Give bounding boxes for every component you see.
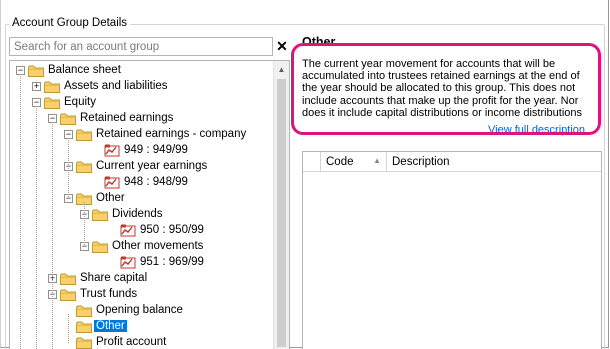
tree-folder-node[interactable]: − Equity bbox=[10, 95, 274, 111]
tree-folder-node[interactable]: − Current year earnings bbox=[10, 159, 274, 175]
tree-node-label: 948 : 948/99 bbox=[124, 176, 188, 188]
tree-connector-line bbox=[84, 202, 85, 247]
folder-icon bbox=[44, 81, 60, 93]
group-description: The current year movement for accounts t… bbox=[302, 58, 594, 119]
expand-icon[interactable]: + bbox=[32, 82, 41, 91]
tree-folder-node[interactable]: − Other bbox=[10, 191, 274, 207]
tree-folder-node[interactable]: + Share capital bbox=[10, 271, 274, 287]
account-icon bbox=[120, 256, 136, 269]
tree-node-label: 951 : 969/99 bbox=[140, 256, 204, 268]
column-header-code[interactable]: Code ▲ bbox=[321, 152, 387, 172]
tree-folder-node[interactable]: Profit account bbox=[10, 335, 274, 349]
folder-icon bbox=[76, 321, 92, 333]
tree-node-label: Current year earnings bbox=[96, 160, 208, 172]
tree-connector-line bbox=[20, 74, 21, 349]
sort-ascending-icon: ▲ bbox=[373, 156, 381, 165]
tree-node-label: Equity bbox=[64, 96, 96, 108]
folder-icon bbox=[92, 241, 108, 253]
tree-folder-node[interactable]: − Dividends bbox=[10, 207, 274, 223]
tree-node-label: Share capital bbox=[80, 272, 148, 284]
folder-icon bbox=[92, 209, 108, 221]
tree-folder-node[interactable]: − Trust funds bbox=[10, 287, 274, 303]
account-icon bbox=[104, 176, 120, 189]
tree-node-label: Retained earnings - company bbox=[96, 128, 247, 140]
tree-node-label: Balance sheet bbox=[48, 64, 121, 76]
folder-icon bbox=[76, 161, 92, 173]
scrollbar-thumb[interactable] bbox=[277, 79, 286, 347]
account-icon bbox=[104, 144, 120, 157]
view-full-description-link[interactable]: View full description bbox=[488, 124, 585, 136]
tree-folder-node[interactable]: Other bbox=[10, 319, 274, 335]
tree-scrollbar[interactable]: ▲ bbox=[273, 61, 289, 349]
search-input[interactable] bbox=[9, 37, 273, 56]
tree-folder-node[interactable]: Opening balance bbox=[10, 303, 274, 319]
tree-node-label: Opening balance bbox=[96, 304, 183, 316]
tree-node-label: Other movements bbox=[112, 240, 204, 252]
tree-folder-node[interactable]: + Assets and liabilities bbox=[10, 79, 274, 95]
account-icon bbox=[120, 224, 136, 237]
tree-connector-line bbox=[68, 314, 69, 343]
tree-node-label: 949 : 949/99 bbox=[124, 144, 188, 156]
scroll-up-icon[interactable]: ▲ bbox=[274, 61, 289, 77]
tree-node-label: Trust funds bbox=[80, 288, 138, 300]
row-selector-header bbox=[303, 152, 321, 172]
tree-node-label: Assets and liabilities bbox=[64, 80, 168, 92]
tree-node-label: Profit account bbox=[96, 336, 167, 348]
folder-icon bbox=[76, 305, 92, 317]
tree-folder-node[interactable]: − Retained earnings bbox=[10, 111, 274, 127]
folder-icon bbox=[44, 97, 60, 109]
tree-node-label: Other bbox=[94, 320, 127, 332]
group-title: Other bbox=[302, 35, 336, 49]
column-header-description[interactable]: Description bbox=[387, 152, 601, 172]
clear-search-button[interactable]: ✕ bbox=[274, 37, 290, 55]
tree-node-label: Retained earnings bbox=[80, 112, 174, 124]
folder-icon bbox=[76, 129, 92, 141]
tree-folder-node[interactable]: − Other movements bbox=[10, 239, 274, 255]
folder-icon bbox=[60, 113, 76, 125]
folder-icon bbox=[28, 65, 44, 77]
folder-icon bbox=[76, 337, 92, 349]
folder-icon bbox=[60, 289, 76, 301]
tree-connector-line bbox=[52, 122, 53, 349]
folder-icon bbox=[60, 273, 76, 285]
grid-header: Code ▲ Description bbox=[303, 152, 601, 172]
tree-connector-line bbox=[68, 138, 69, 199]
tree-node-label: Other bbox=[96, 192, 125, 204]
tree-account-node[interactable]: 950 : 950/99 bbox=[10, 223, 274, 239]
tree-account-node[interactable]: 951 : 969/99 bbox=[10, 255, 274, 271]
accounts-grid[interactable]: Code ▲ Description bbox=[302, 151, 602, 349]
column-header-description-label: Description bbox=[392, 156, 450, 168]
description-text: The current year movement for accounts t… bbox=[302, 58, 583, 119]
column-header-code-label: Code bbox=[326, 156, 354, 168]
tree-account-node[interactable]: 948 : 948/99 bbox=[10, 175, 274, 191]
tree-folder-node[interactable]: − Retained earnings - company bbox=[10, 127, 274, 143]
tree-node-label: Dividends bbox=[112, 208, 163, 220]
tree-account-node[interactable]: 949 : 949/99 bbox=[10, 143, 274, 159]
panel-title: Account Group Details bbox=[9, 17, 131, 29]
tree-node-label: 950 : 950/99 bbox=[140, 224, 204, 236]
tree-folder-node[interactable]: − Balance sheet bbox=[10, 63, 274, 79]
tree-connector-line bbox=[36, 106, 37, 349]
account-group-tree[interactable]: − Balance sheet + Assets and liabilities − Eq… bbox=[9, 60, 290, 349]
